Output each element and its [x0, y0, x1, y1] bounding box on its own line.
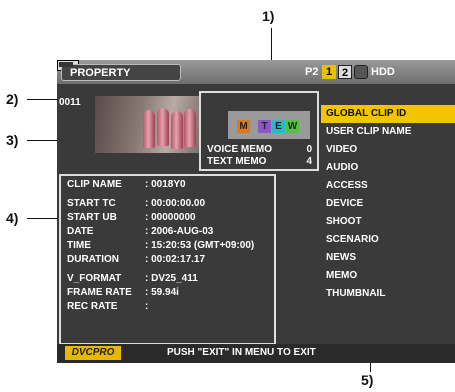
voice-memo-label: VOICE MEMO	[207, 144, 273, 155]
frame-rate-row: FRAME RATE: 59.94i	[67, 287, 179, 298]
menu-item-global-clip-id[interactable]: GLOBAL CLIP ID	[321, 105, 455, 123]
callout-3: 3)	[6, 132, 19, 148]
clip-info-panel: CLIP NAME: 0018Y0 START TC: 00:00:00.00 …	[59, 174, 276, 345]
menu-item-scenario[interactable]: SCENARIO	[321, 231, 455, 249]
slot-2-indicator: 2	[338, 65, 352, 79]
text-memo-count: 4	[306, 156, 312, 167]
memo-panel: M T E W VOICE MEMO 0 TEXT MEMO 4	[199, 91, 319, 171]
start-ub-row: START UB: 00000000	[67, 212, 196, 223]
menu-item-news[interactable]: NEWS	[321, 249, 455, 267]
warning-flag-icon: W	[286, 120, 299, 133]
lipstick-image-element	[184, 109, 196, 147]
callout-4: 4)	[6, 210, 19, 226]
voice-memo-count: 0	[306, 144, 312, 155]
menu-item-access[interactable]: ACCESS	[321, 177, 455, 195]
clip-number: 0011	[59, 97, 81, 108]
dvcpro-logo: DVCPRO	[65, 346, 121, 360]
menu-item-device[interactable]: DEVICE	[321, 195, 455, 213]
exit-instruction: PUSH "EXIT" IN MENU TO EXIT	[167, 347, 316, 358]
hdd-label: HDD	[371, 66, 395, 78]
callout-2: 2)	[6, 91, 19, 107]
date-row: DATE: 2006-AUG-03	[67, 226, 214, 237]
mark-flag-icon: M	[237, 120, 250, 133]
menu-item-shoot[interactable]: SHOOT	[321, 213, 455, 231]
lipstick-image-element	[143, 110, 155, 148]
text-memo-flag-icon: T	[258, 120, 271, 133]
clip-thumbnail	[95, 96, 199, 153]
property-menu: GLOBAL CLIP ID USER CLIP NAME VIDEO AUDI…	[321, 105, 455, 305]
time-row: TIME: 15:20:53 (GMT+09:00)	[67, 240, 255, 251]
slot-1-indicator: 1	[322, 65, 336, 79]
edit-flag-icon: E	[272, 120, 285, 133]
rec-rate-row: REC RATE:	[67, 301, 149, 312]
status-bar: DVCPRO PUSH "EXIT" IN MENU TO EXIT	[57, 344, 455, 363]
text-memo-label: TEXT MEMO	[207, 156, 267, 167]
clip-name-row: CLIP NAME: 0018Y0	[67, 179, 186, 190]
v-format-row: V_FORMAT: DV25_411	[67, 273, 198, 284]
menu-item-audio[interactable]: AUDIO	[321, 159, 455, 177]
page-title: PROPERTY	[61, 64, 181, 81]
lipstick-image-element	[157, 108, 169, 146]
menu-item-memo[interactable]: MEMO	[321, 267, 455, 285]
menu-item-thumbnail[interactable]: THUMBNAIL	[321, 285, 455, 303]
memo-preview-area: M T E W	[228, 111, 310, 139]
title-bar: PROPERTY P2 1 2 HDD	[57, 60, 455, 84]
callout-5: 5)	[361, 372, 374, 388]
menu-item-user-clip-name[interactable]: USER CLIP NAME	[321, 123, 455, 141]
start-tc-row: START TC: 00:00:00.00	[67, 198, 206, 209]
duration-row: DURATION: 00:02:17.17	[67, 254, 206, 265]
callout-2-line	[27, 99, 59, 100]
callout-4-line	[27, 218, 59, 219]
menu-item-video[interactable]: VIDEO	[321, 141, 455, 159]
empty-slot-indicator	[354, 65, 368, 79]
lipstick-image-element	[171, 111, 183, 149]
callout-1: 1)	[262, 8, 275, 24]
property-screen: PROPERTY P2 1 2 HDD 0011 M T E W VOICE M…	[57, 60, 455, 363]
p2-label: P2	[305, 66, 319, 78]
